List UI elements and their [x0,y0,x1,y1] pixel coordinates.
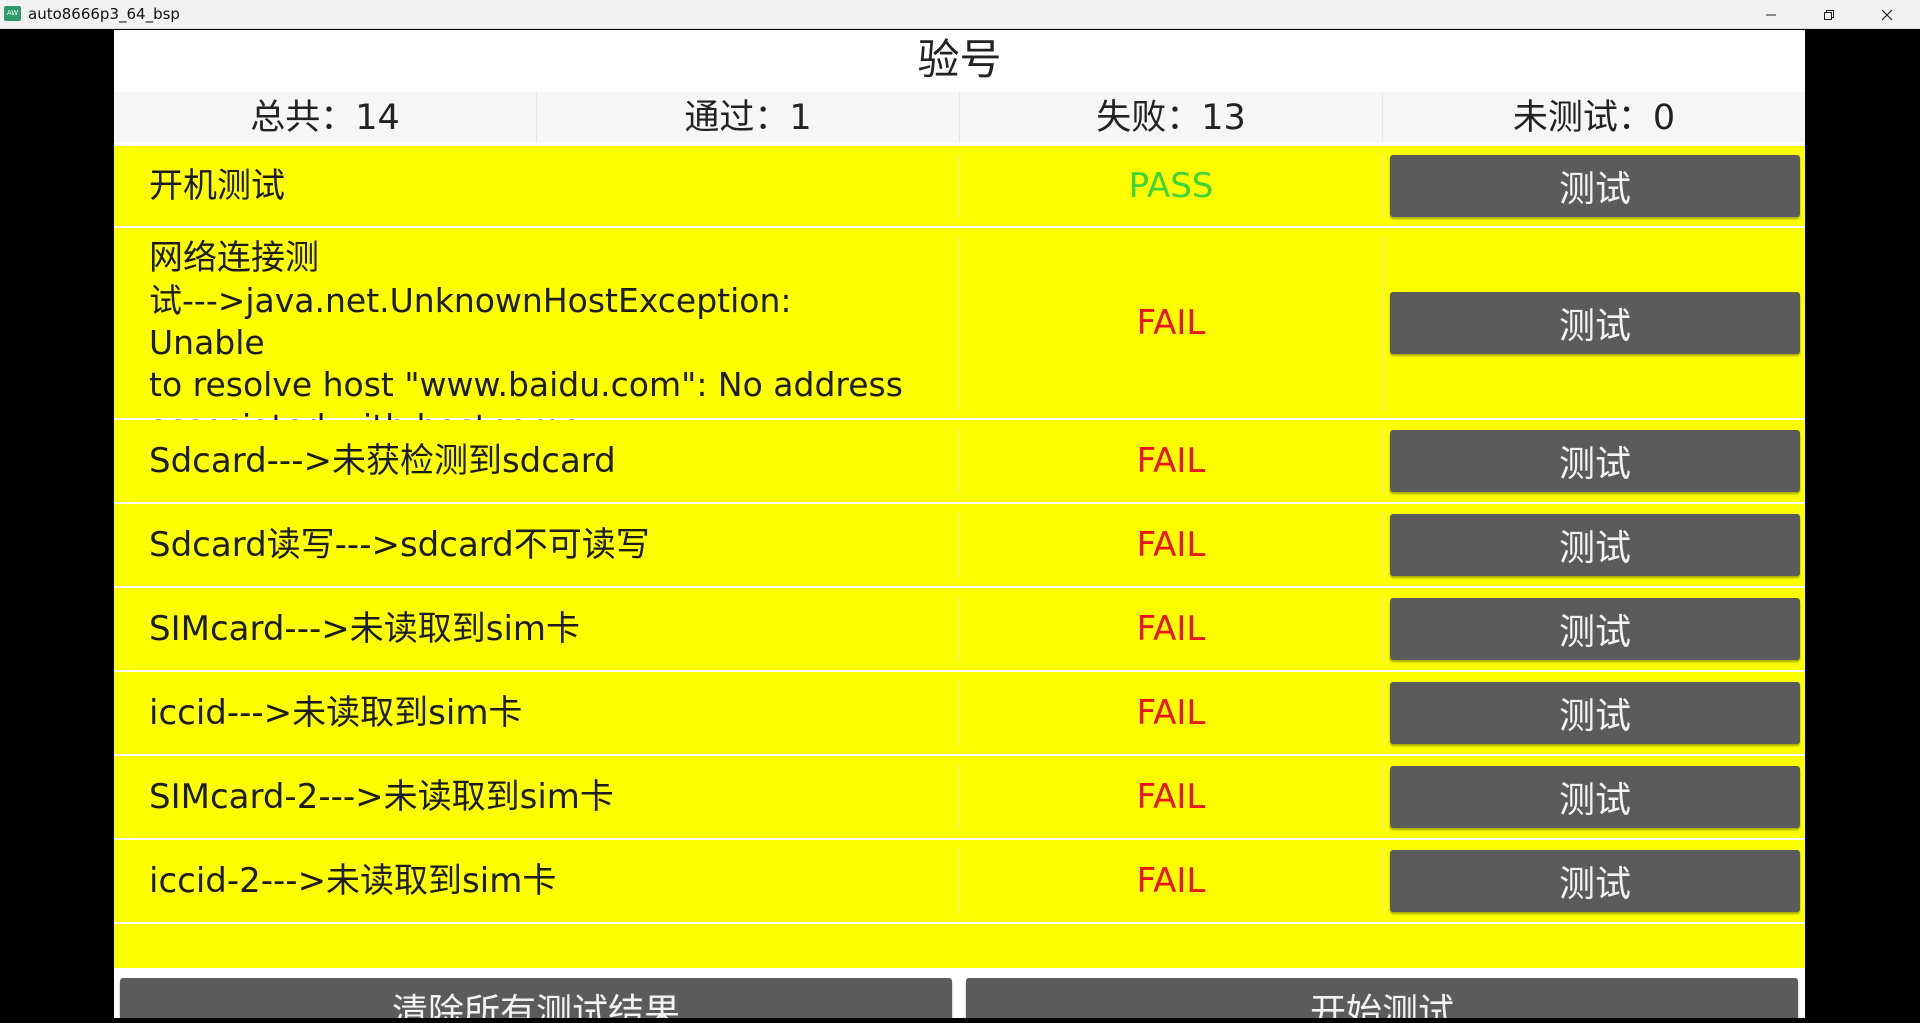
test-row: iccid-2--->未读取到sim卡 FAIL 测试 [114,840,1805,922]
test-button[interactable]: 测试 [1390,598,1800,660]
test-status: FAIL [1136,303,1206,343]
test-status: FAIL [1136,693,1206,733]
test-name: 网络连接测 试--->java.net.UnknownHostException… [149,236,909,446]
test-status: FAIL [1136,777,1206,817]
test-button[interactable]: 测试 [1390,766,1800,828]
bottom-action-bar: 清除所有测试结果 开始测试 [114,968,1805,1018]
page-title: 验号 [917,35,1002,84]
summary-total: 总共：14 [114,92,537,144]
window-titlebar: AW auto8666p3_64_bsp [0,0,1920,29]
column-divider [1382,236,1383,410]
test-status: FAIL [1136,525,1206,565]
test-name: 开机测试 [149,146,909,226]
test-row-partial [114,924,1805,968]
test-row: SIMcard-2--->未读取到sim卡 FAIL 测试 [114,756,1805,838]
test-status: FAIL [1136,609,1206,649]
restore-icon[interactable] [1800,0,1858,29]
column-divider [1382,848,1383,914]
test-row: SIMcard--->未读取到sim卡 FAIL 测试 [114,588,1805,670]
app-icon: AW [4,6,21,21]
start-test-button[interactable]: 开始测试 [966,978,1798,1018]
test-name-line: to resolve host "www.baidu.com": No addr… [149,365,903,404]
column-divider [1382,512,1383,578]
test-row: 网络连接测 试--->java.net.UnknownHostException… [114,228,1805,446]
test-name-line: SIMcard-2--->未读取到sim卡 [149,777,614,817]
column-divider [1382,596,1383,662]
app-screen: 验号 总共：14 通过：1 失败：13 未测试：0 开机测试 PASS 测试 网… [114,30,1805,1018]
test-button[interactable]: 测试 [1390,155,1800,217]
column-divider [1382,764,1383,830]
test-name-line: iccid-2--->未读取到sim卡 [149,861,557,901]
test-name: iccid-2--->未读取到sim卡 [149,840,909,922]
close-icon[interactable] [1858,0,1916,29]
column-divider [1382,428,1383,494]
summary-passed: 通过：1 [537,92,960,144]
test-name-line: 网络连接测 [149,238,319,278]
test-row: Sdcard读写--->sdcard不可读写 FAIL 测试 [114,504,1805,586]
summary-untested: 未测试：0 [1512,98,1676,138]
test-row: iccid--->未读取到sim卡 FAIL 测试 [114,672,1805,754]
summary-failed: 失败：13 [960,92,1383,144]
summary-bar: 总共：14 通过：1 失败：13 未测试：0 [114,92,1805,144]
test-row: Sdcard--->未获检测到sdcard FAIL 测试 [114,420,1805,502]
test-status: PASS [1128,166,1214,206]
test-name: SIMcard-2--->未读取到sim卡 [149,756,909,838]
test-name: iccid--->未读取到sim卡 [149,672,909,754]
test-name-line: iccid--->未读取到sim卡 [149,693,523,733]
test-button[interactable]: 测试 [1390,430,1800,492]
test-name-line: 开机测试 [149,166,285,206]
test-button[interactable]: 测试 [1390,682,1800,744]
test-name-line: Sdcard读写--->sdcard不可读写 [149,525,650,565]
window-title: auto8666p3_64_bsp [28,5,180,23]
test-status: FAIL [1136,441,1206,481]
test-name-line: 试--->java.net.UnknownHostException: Unab… [149,281,792,362]
test-button[interactable]: 测试 [1390,292,1800,354]
test-list[interactable]: 开机测试 PASS 测试 网络连接测 试--->java.net.Unknown… [114,142,1805,968]
column-divider [1382,154,1383,218]
minimize-icon[interactable] [1742,0,1800,29]
column-divider [1382,680,1383,746]
clear-results-button[interactable]: 清除所有测试结果 [120,978,952,1018]
test-row: 开机测试 PASS 测试 [114,146,1805,226]
test-name-line: Sdcard--->未获检测到sdcard [149,441,616,481]
test-name: Sdcard读写--->sdcard不可读写 [149,504,909,586]
test-name-line: SIMcard--->未读取到sim卡 [149,609,581,649]
test-button[interactable]: 测试 [1390,850,1800,912]
test-button[interactable]: 测试 [1390,514,1800,576]
test-name: SIMcard--->未读取到sim卡 [149,588,909,670]
test-status: FAIL [1136,861,1206,901]
test-name: Sdcard--->未获检测到sdcard [149,420,909,502]
